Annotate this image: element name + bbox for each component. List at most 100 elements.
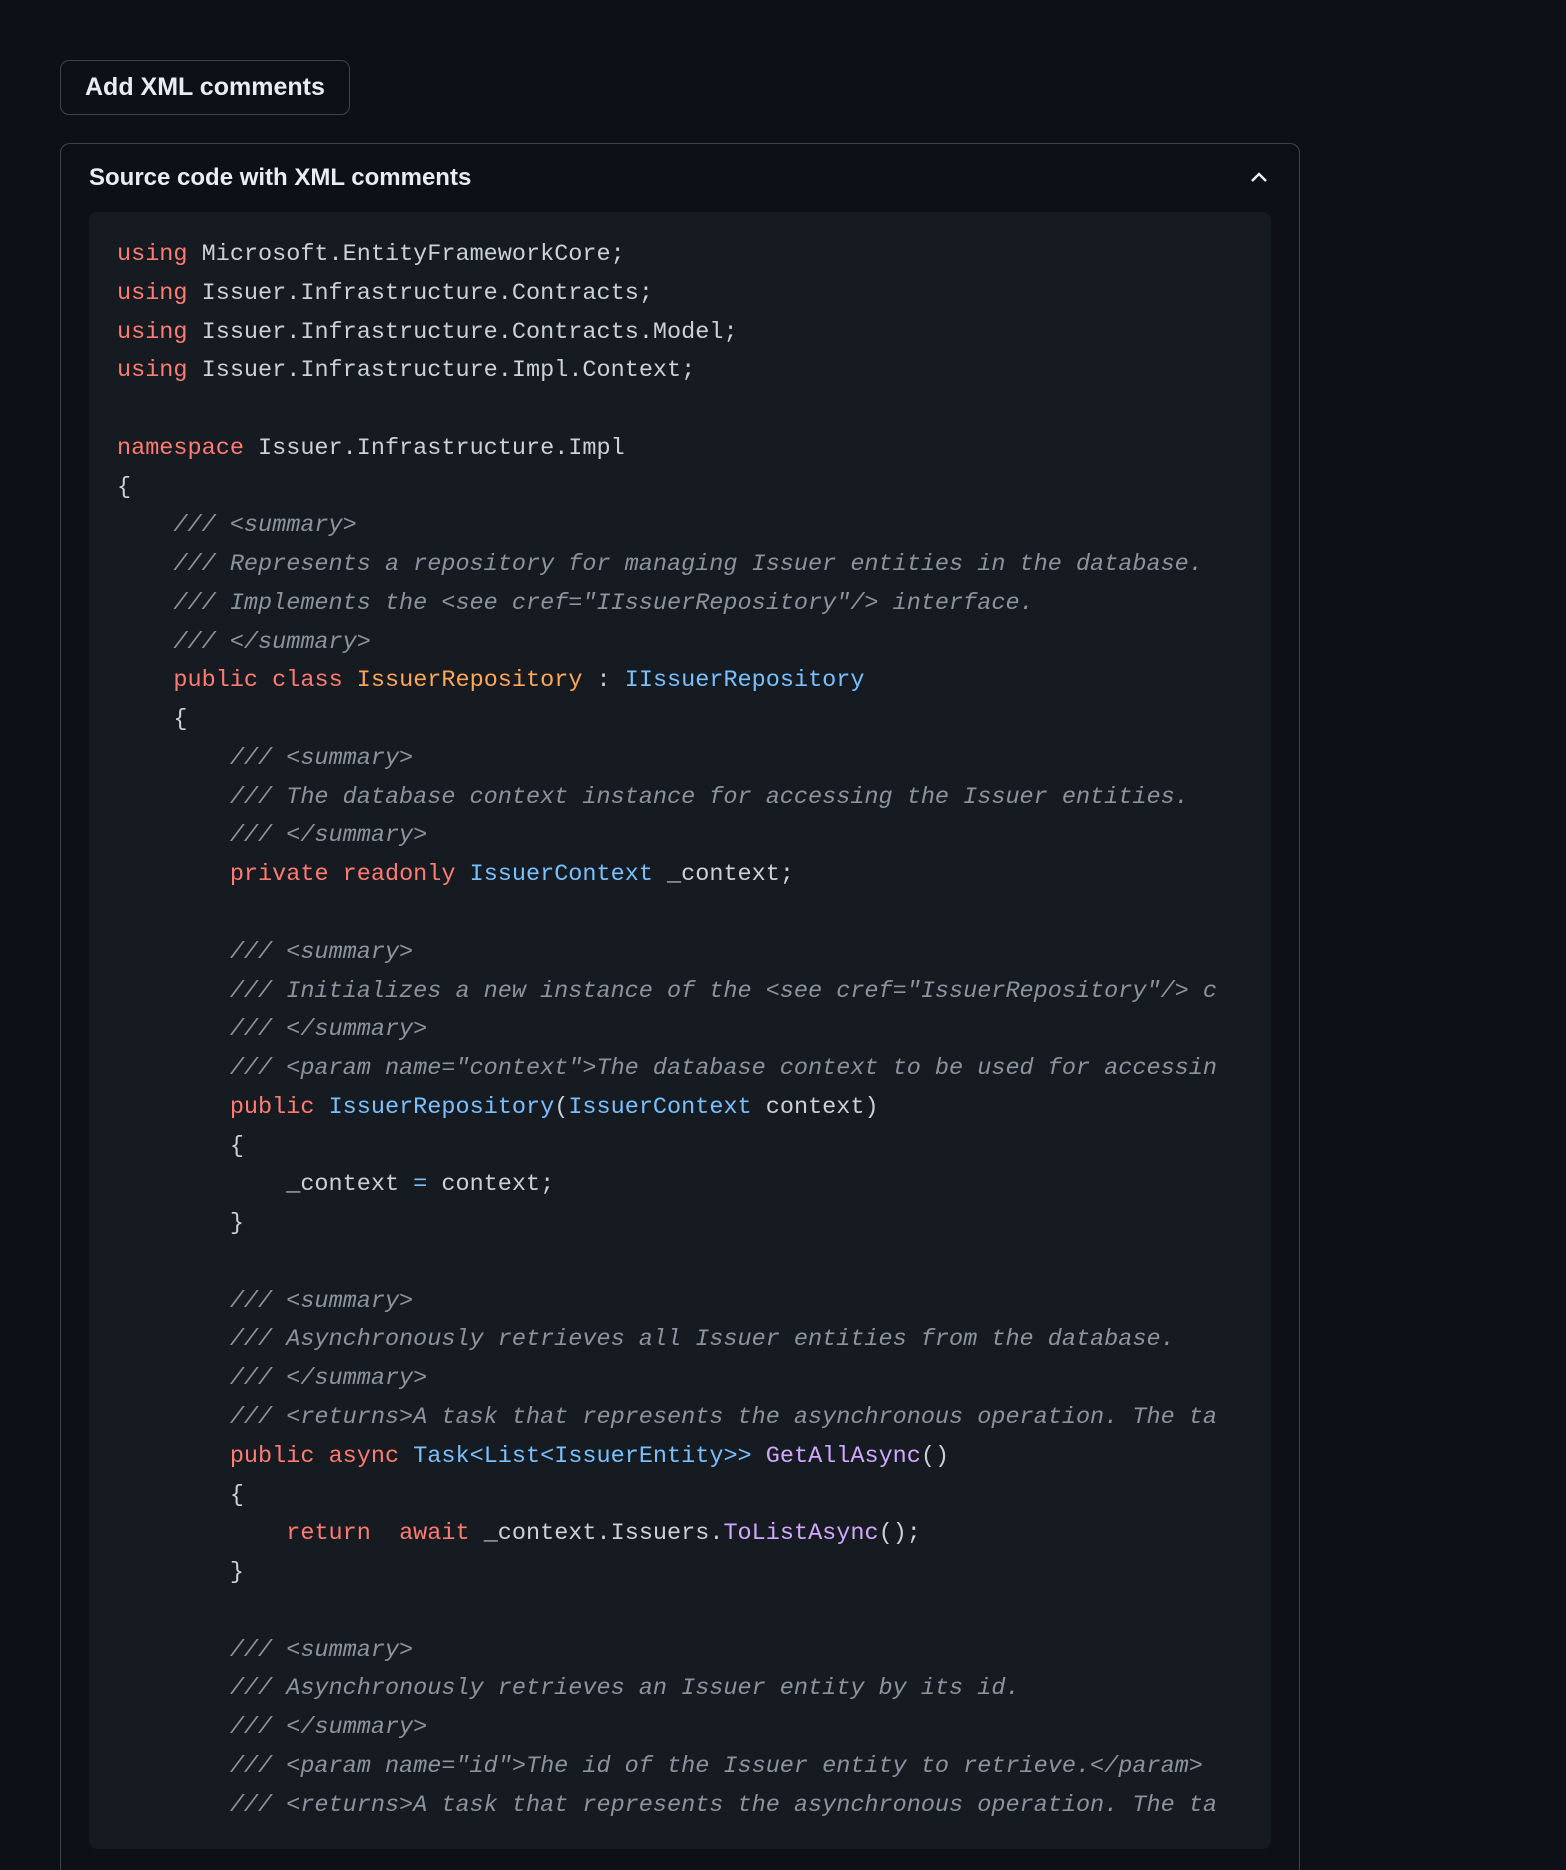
code-token: Contracts <box>512 280 639 307</box>
code-token: . <box>498 280 512 307</box>
code-token: private <box>230 861 329 888</box>
code-token: using <box>117 319 188 346</box>
code-token: = <box>413 1171 427 1198</box>
code-token: () <box>921 1443 949 1470</box>
code-token <box>343 667 357 694</box>
code-token: public <box>230 1443 315 1470</box>
code-token: /// <returns>A task that represents the … <box>117 1404 1217 1431</box>
code-token: Impl <box>568 435 624 462</box>
code-token <box>117 1520 286 1547</box>
code-token: . <box>709 1520 723 1547</box>
code-token <box>117 1094 230 1121</box>
code-token: ; <box>540 1171 554 1198</box>
code-token: /// <param name="context">The database c… <box>117 1055 1217 1082</box>
code-token: ; <box>639 280 653 307</box>
code-token <box>455 861 469 888</box>
code-token: async <box>329 1443 400 1470</box>
code-token: await <box>399 1520 470 1547</box>
code-token: public <box>230 1094 315 1121</box>
code-token: Infrastructure <box>300 319 497 346</box>
code-token: { <box>117 1133 244 1160</box>
code-token <box>752 1443 766 1470</box>
code-token: /// Asynchronously retrieves an Issuer e… <box>117 1675 1020 1702</box>
code-token: { <box>117 474 131 501</box>
code-token: /// The database context instance for ac… <box>117 784 1189 811</box>
code-token: ; <box>681 357 695 384</box>
code-token: /// Asynchronously retrieves all Issuer … <box>117 1326 1175 1353</box>
code-token: return <box>286 1520 371 1547</box>
code-token: Issuer <box>188 357 287 384</box>
code-token: _context <box>470 1520 597 1547</box>
code-token: /// <returns>A task that represents the … <box>117 1792 1217 1819</box>
code-token: /// <summary> <box>117 1637 413 1664</box>
code-token <box>117 667 173 694</box>
code-token: Microsoft <box>188 241 329 268</box>
code-content: using Microsoft.EntityFrameworkCore; usi… <box>117 236 1243 1825</box>
code-token <box>371 1520 399 1547</box>
code-token: (); <box>879 1520 921 1547</box>
code-token: { <box>117 706 188 733</box>
code-token: } <box>117 1559 244 1586</box>
code-token: . <box>498 319 512 346</box>
code-token <box>258 667 272 694</box>
code-token: public <box>173 667 258 694</box>
code-token <box>117 1443 230 1470</box>
code-token: _context <box>117 1171 413 1198</box>
code-token: /// <param name="id">The id of the Issue… <box>117 1753 1203 1780</box>
code-token: IssuerContext <box>470 861 653 888</box>
code-token: Context <box>582 357 681 384</box>
code-token <box>314 1443 328 1470</box>
code-token: GetAllAsync <box>766 1443 921 1470</box>
code-token: Issuer <box>244 435 343 462</box>
code-token: readonly <box>343 861 456 888</box>
code-token: Model <box>653 319 724 346</box>
code-token: . <box>286 357 300 384</box>
add-xml-comments-button[interactable]: Add XML comments <box>60 60 350 115</box>
code-token: . <box>639 319 653 346</box>
code-token: { <box>117 1482 244 1509</box>
code-token: /// <summary> <box>117 745 413 772</box>
code-token: . <box>568 357 582 384</box>
code-token: Infrastructure <box>300 280 497 307</box>
code-token: ) <box>864 1094 878 1121</box>
code-token: ; <box>723 319 737 346</box>
code-token: Infrastructure <box>357 435 554 462</box>
code-token: IssuerRepository <box>329 1094 555 1121</box>
code-token: context <box>752 1094 865 1121</box>
page-root: Add XML comments Source code with XML co… <box>0 0 1566 1870</box>
panel-header[interactable]: Source code with XML comments <box>61 144 1299 212</box>
code-token: . <box>498 357 512 384</box>
code-token: /// <summary> <box>117 512 357 539</box>
code-token: /// Implements the <see cref="IIssuerRep… <box>117 590 1034 617</box>
code-token: ToListAsync <box>723 1520 878 1547</box>
code-token: Impl <box>512 357 568 384</box>
code-token: Infrastructure <box>300 357 497 384</box>
panel-title: Source code with XML comments <box>89 164 471 192</box>
code-token: IssuerRepository <box>357 667 583 694</box>
code-token: Issuer <box>188 280 287 307</box>
code-token: } <box>117 1210 244 1237</box>
code-token: /// </summary> <box>117 822 427 849</box>
code-token: Task<List<IssuerEntity>> <box>413 1443 751 1470</box>
code-token: context <box>427 1171 540 1198</box>
code-token: IssuerContext <box>568 1094 751 1121</box>
code-token: IIssuerRepository <box>625 667 865 694</box>
code-token: class <box>272 667 343 694</box>
code-token: namespace <box>117 435 244 462</box>
code-token: ( <box>554 1094 568 1121</box>
code-token <box>329 861 343 888</box>
code-token <box>117 861 230 888</box>
code-token: using <box>117 280 188 307</box>
code-token: using <box>117 357 188 384</box>
code-token: /// </summary> <box>117 629 371 656</box>
code-token: /// </summary> <box>117 1714 427 1741</box>
code-token: ; <box>780 861 794 888</box>
code-token <box>314 1094 328 1121</box>
code-token: . <box>329 241 343 268</box>
code-token: /// Initializes a new instance of the <s… <box>117 978 1217 1005</box>
chevron-up-icon <box>1247 166 1271 190</box>
code-token: . <box>286 319 300 346</box>
code-token: EntityFrameworkCore <box>343 241 611 268</box>
code-token: using <box>117 241 188 268</box>
code-token: /// <summary> <box>117 939 413 966</box>
